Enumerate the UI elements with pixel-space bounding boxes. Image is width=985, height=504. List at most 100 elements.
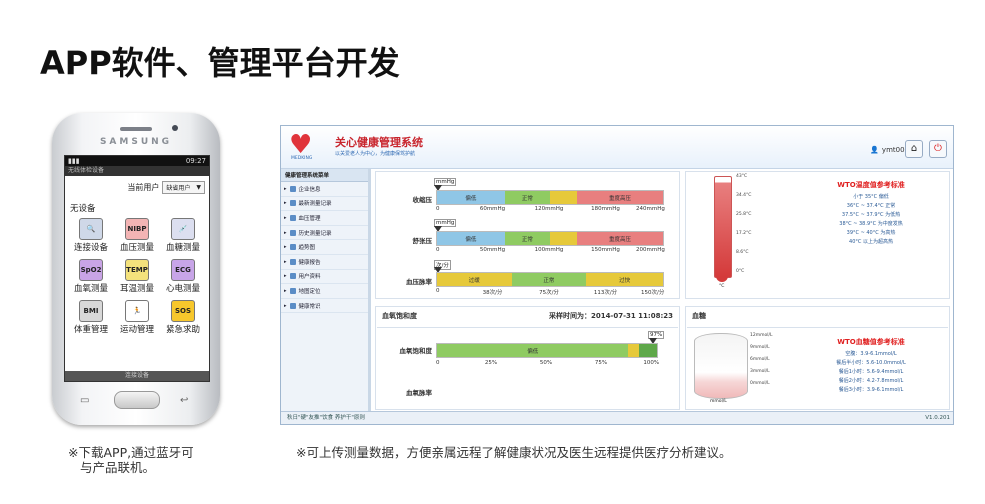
bp-segment: 重度高压 [577,191,663,204]
spo2-panel: 血氧饱和度 采样时间为：2014-07-31 11:08:23 血氧饱和度 97… [375,306,680,410]
menu-item-icon [289,185,296,192]
sidebar-item[interactable]: ▸ 健康报告 [281,255,368,270]
bp-segment: 正常 [504,232,550,245]
app-tile-label: 血氧测量 [73,284,108,294]
glucose-ref-line: 空腹：3.9-6.1mmol/L [845,351,897,357]
glucose-unit: mmol/L [710,399,727,404]
chevron-right-icon: ▸ [284,214,287,221]
temperature-ref-line: 40°C 以上为超高热 [849,239,893,245]
bp-tick-label: 180mmHg [591,206,620,212]
spo2-title: 血氧饱和度 [382,312,417,320]
user-indicator: 👤 ymt001 [870,146,909,154]
system-title: 关心健康管理系统 [335,136,423,149]
home-button[interactable] [114,391,160,409]
no-device-label: 无设备 [70,204,96,214]
app-tile[interactable]: TEMP 耳温测量 [114,259,160,294]
menu-item-icon [289,200,296,207]
sidebar-item[interactable]: ▸ 最新测量记录 [281,197,368,212]
glucose-reference: WTO血糖值参考标准 空腹：3.9-6.1mmol/L 餐后半小时：5.6-10.… [796,337,946,395]
spo2-tick-label: 25% [484,360,498,366]
sidebar-item-label: 健康报告 [298,259,321,266]
menu-icon[interactable]: ▭ [80,395,89,406]
temperature-tick: 8.6°C [736,250,749,255]
back-icon[interactable]: ↩ [180,395,188,406]
chevron-right-icon: ▸ [284,200,287,207]
camera-icon [172,125,178,131]
home-icon[interactable]: ⌂ [905,140,923,158]
bp-tick-label: 0 [436,206,440,212]
sidebar-item[interactable]: ▸ 地图定位 [281,284,368,299]
bp-tick-label: 240mmHg [636,206,665,212]
menu-item-icon [289,302,296,309]
sidebar-item[interactable]: ▸ 血压管理 [281,211,368,226]
bp-tick-label: 38次/分 [482,290,503,296]
ecg-icon: ECG [171,259,195,281]
left-caption-line2: 与产品联机。 [80,460,156,475]
glucose-ref-title: WTO血糖值参考标准 [837,338,905,346]
power-icon[interactable]: ⏻ [929,140,947,158]
bp-segment [550,232,578,245]
right-caption: ※可上传测量数据，方便亲属远程了解健康状况及医生远程提供医疗分析建议。 [296,445,732,460]
app-tile[interactable]: BMI 体重管理 [68,300,114,335]
spo2-segment-mid [628,344,640,357]
sample-time: 采样时间为：2014-07-31 11:08:23 [549,311,673,321]
glucose-cylinder-icon [694,333,748,399]
chevron-right-icon: ▸ [284,244,287,251]
bp-bar: 过缓 正常 过快 [436,272,664,287]
app-tile[interactable]: 💉 血糖测量 [160,218,206,253]
app-tile[interactable]: SpO2 血氧测量 [68,259,114,294]
app-tile[interactable]: ECG 心电测量 [160,259,206,294]
app-tile[interactable]: 🔍 连接设备 [68,218,114,253]
spo2-tick-label: 75% [594,360,608,366]
menu-item-icon [289,258,296,265]
bp-tick-label: 120mmHg [534,206,564,212]
app-tile-label: 运动管理 [119,325,154,335]
version-label: V1.0.201 [925,415,950,421]
current-user-select[interactable]: 缺省用户 ▼ [162,181,205,194]
sidebar-item[interactable]: ▸ 企业信息 [281,182,368,197]
sidebar-splitter[interactable] [368,169,371,412]
app-tile[interactable]: NIBP 血压测量 [114,218,160,253]
temperature-ref-line: 38°C ~ 38.9°C 为中度发热 [839,221,903,227]
app-tile[interactable]: 🏃 运动管理 [114,300,160,335]
glucose-ref-line: 餐后半小时：5.6-10.0mmol/L [836,360,906,366]
glucose-scale-tick: 0mmol/L [750,381,770,386]
sidebar-item-label: 用户资料 [298,274,321,281]
sidebar-item[interactable]: ▸ 趋势图 [281,240,368,255]
current-user-row: 当前用户 缺省用户 ▼ [65,176,209,196]
page-title: APP软件、管理平台开发 [40,44,400,82]
web-dashboard-screenshot: ♥ MEDKING 关心健康管理系统 以关爱老人为中心，为健康保驾护航 👤 ym… [280,125,954,425]
temperature-tick: 17.2°C [736,231,752,236]
temperature-ref-line: 小于 35°C 偏低 [853,194,889,200]
glucose-ref-line: 餐后3小时：3.9-6.1mmol/L [838,387,904,393]
temperature-ref-line: 37.5°C ~ 37.9°C 为低热 [841,212,901,218]
menu-item-icon [289,229,296,236]
sidebar-item[interactable]: ▸ 健康常识 [281,299,368,314]
thermometer-icon [714,176,732,278]
spo2-pulse-label: 血氧脉率 [406,389,432,397]
temperature-tick: 43°C [736,174,748,179]
thermometer-bulb [716,276,728,282]
phone-brand: SAMSUNG [99,137,173,147]
bottom-bar[interactable]: 连接设备 [65,371,209,381]
app-tile[interactable]: SOS 紧急求助 [160,300,206,335]
menu-item-icon [289,287,296,294]
bp-tick-label: 0 [436,247,440,253]
bp-segment: 偏低 [437,191,505,204]
bmi-icon: BMI [79,300,103,322]
bp-bar: 偏低 正常 重度高压 [436,190,664,205]
bp-tick-label: 150次/分 [640,290,665,296]
sample-time-label: 采样时间为： [548,312,591,320]
menu-item-icon [289,273,296,280]
phone-speaker [120,127,152,131]
system-slogan: 以关爱老人为中心，为健康保驾护航 [335,151,416,157]
bp-row: 血压脉率 次/分 过缓 正常 过快 0 38次/分 75次/分 113次/分 150次/分 [376,260,679,296]
sidebar-item[interactable]: ▸ 历史测量记录 [281,226,368,241]
menu-item-icon [289,244,296,251]
sidebar-header: 健康管理系统菜单 [281,169,368,182]
bp-segment: 正常 [511,273,587,286]
sidebar-item[interactable]: ▸ 用户资料 [281,270,368,285]
news-ticker[interactable]: 秋日"硬"友推"饮食 养护干"原则 [287,415,365,421]
bp-tick-label: 200mmHg [636,247,665,253]
menu-item-icon [289,214,296,221]
